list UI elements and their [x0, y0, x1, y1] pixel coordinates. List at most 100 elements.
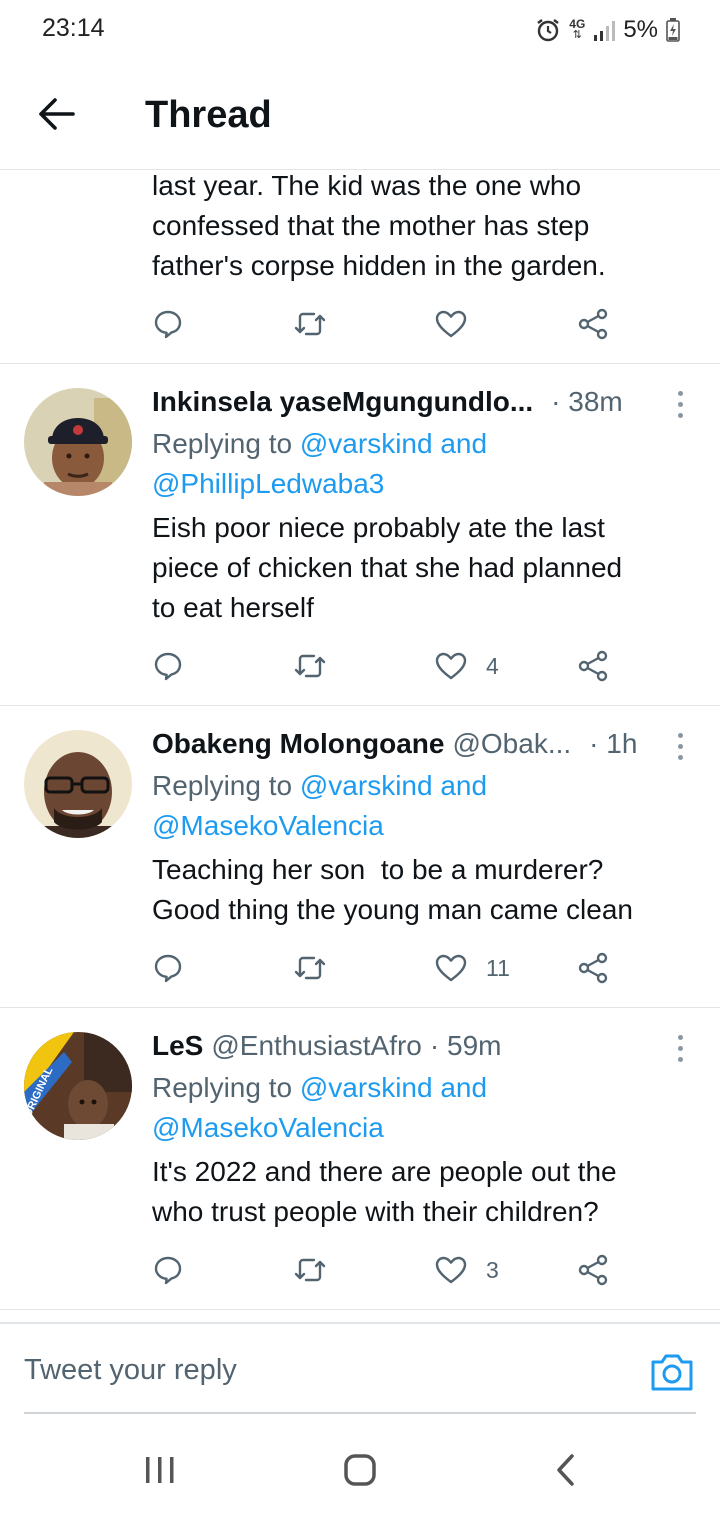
tweet-time[interactable]: · 1h [589, 724, 637, 768]
speech-bubble-icon [152, 952, 184, 984]
reply-button[interactable] [152, 946, 184, 990]
tweet-actions: 4 [152, 644, 672, 688]
share-icon [576, 649, 610, 683]
mention-link[interactable]: @MasekoValencia [152, 810, 384, 841]
status-icons: 4G ⇅ 5% [535, 14, 680, 46]
avatar[interactable]: ORIGINAL [24, 1032, 132, 1140]
status-bar: 23:14 4G ⇅ 5% [0, 0, 720, 60]
reply-button[interactable] [152, 1248, 184, 1292]
heart-icon [434, 1254, 468, 1286]
more-options-button[interactable] [668, 1028, 692, 1068]
retweet-icon [292, 650, 328, 682]
like-button[interactable]: 4 [434, 644, 499, 688]
battery-percent: 5% [623, 16, 658, 43]
like-button[interactable]: 11 [434, 946, 510, 990]
reply-button[interactable] [152, 302, 184, 346]
reply-tweet[interactable]: ORIGINAL LeS @EnthusiastAfro · 59m Reply… [0, 1008, 720, 1309]
tweet-time[interactable]: · 38m [551, 382, 623, 426]
speech-bubble-icon [152, 308, 184, 340]
author-name[interactable]: Inkinsela yaseMgungundlo... [152, 382, 533, 426]
reply-composer [0, 1322, 720, 1414]
retweet-button[interactable] [292, 946, 328, 990]
composer-underline [24, 1412, 696, 1414]
back-button[interactable] [30, 90, 82, 142]
signal-bars-icon [593, 18, 616, 42]
reply-header: Obakeng Molongoane @Obak... · 1h [152, 724, 672, 768]
speech-bubble-icon [152, 650, 184, 682]
mention-link[interactable]: @varskind and [300, 770, 487, 801]
mention-link[interactable]: @varskind and [300, 1072, 487, 1103]
mention-link[interactable]: @MasekoValencia [152, 1112, 384, 1143]
more-options-button[interactable] [668, 726, 692, 766]
replying-to: Replying to @varskind and @PhillipLedwab… [152, 428, 488, 499]
author-name[interactable]: Obakeng Molongoane [152, 724, 444, 768]
like-button[interactable]: 3 [434, 1248, 499, 1292]
reply-tweet[interactable]: Obakeng Molongoane @Obak... · 1h Replyin… [0, 706, 720, 1007]
like-count: 11 [486, 954, 510, 981]
status-time: 23:14 [42, 14, 105, 42]
avatar[interactable] [24, 730, 132, 838]
avatar[interactable] [24, 388, 132, 496]
recents-icon [144, 1455, 176, 1490]
share-button[interactable] [576, 302, 610, 346]
mention-link[interactable]: @varskind and [300, 428, 487, 459]
reply-header: Inkinsela yaseMgungundlo... · 38m [152, 382, 672, 426]
reply-input[interactable] [24, 1354, 624, 1387]
thread-header: Thread [0, 60, 720, 170]
heart-icon [434, 952, 468, 984]
camera-button[interactable] [650, 1352, 694, 1392]
tweet-actions: 11 [152, 946, 672, 990]
alarm-icon [535, 17, 561, 43]
reply-button[interactable] [152, 644, 184, 688]
speech-bubble-icon [152, 1254, 184, 1286]
tweet-time[interactable]: · 59m [430, 1026, 502, 1070]
share-button[interactable] [576, 946, 610, 990]
like-count: 3 [486, 1256, 499, 1283]
share-icon [576, 307, 610, 341]
share-button[interactable] [576, 644, 610, 688]
arrow-left-icon [36, 96, 76, 137]
share-icon [576, 1253, 610, 1287]
mention-link[interactable]: @PhillipLedwaba3 [152, 468, 384, 499]
heart-icon [434, 308, 468, 340]
divider [0, 1309, 720, 1310]
data-arrows-icon: ⇅ [572, 29, 582, 41]
author-handle[interactable]: @EnthusiastAfro [211, 1026, 422, 1070]
like-button[interactable] [434, 302, 468, 346]
tweet-text: It's 2022 and there are people out the w… [152, 1156, 617, 1227]
top-tweet-text: last year. The kid was the one who confe… [152, 170, 606, 281]
share-button[interactable] [576, 1248, 610, 1292]
replying-to: Replying to @varskind and @MasekoValenci… [152, 1072, 488, 1143]
author-name[interactable]: LeS [152, 1026, 203, 1070]
retweet-icon [292, 952, 328, 984]
heart-icon [434, 650, 468, 682]
retweet-button[interactable] [292, 644, 328, 688]
camera-icon [650, 1354, 694, 1396]
reply-tweet[interactable]: Inkinsela yaseMgungundlo... · 38m Replyi… [0, 364, 720, 706]
vertical-dots-icon [677, 390, 683, 396]
recents-button[interactable] [140, 1452, 180, 1492]
battery-charging-icon [666, 18, 680, 42]
retweet-button[interactable] [292, 302, 328, 346]
retweet-icon [292, 308, 328, 340]
retweet-button[interactable] [292, 1248, 328, 1292]
more-options-button[interactable] [668, 384, 692, 424]
network-type: 4G ⇅ [569, 17, 586, 41]
system-back-button[interactable] [545, 1452, 585, 1492]
home-icon [343, 1453, 377, 1492]
top-tweet-actions [152, 302, 672, 346]
replying-to: Replying to @varskind and @MasekoValenci… [152, 770, 488, 841]
author-handle[interactable]: @Obak... [452, 724, 571, 768]
tweet-actions: 3 [152, 1248, 672, 1292]
system-nav-bar [0, 1420, 720, 1520]
tweet-text: Eish poor niece probably ate the last pi… [152, 512, 623, 623]
share-icon [576, 951, 610, 985]
home-button[interactable] [340, 1452, 380, 1492]
vertical-dots-icon [677, 1034, 683, 1040]
reply-header: LeS @EnthusiastAfro · 59m [152, 1026, 672, 1070]
retweet-icon [292, 1254, 328, 1286]
like-count: 4 [486, 652, 499, 679]
tweet-text: Teaching her son to be a murderer? Good … [152, 854, 633, 925]
page-title: Thread [145, 94, 272, 136]
chevron-left-icon [554, 1453, 576, 1492]
